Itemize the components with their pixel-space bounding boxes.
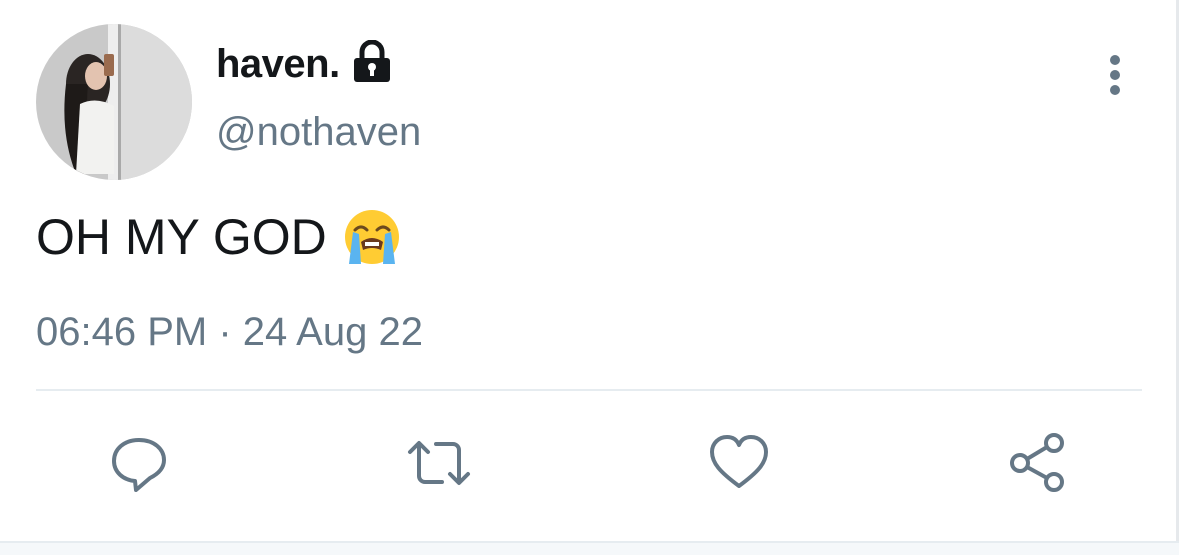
share-icon: [1010, 433, 1064, 492]
tweet-body: OH MY GOD: [36, 206, 403, 268]
divider: [36, 389, 1142, 391]
heart-icon: [710, 435, 768, 488]
tweet-timestamp: 06:46 PM · 24 Aug 22: [36, 310, 423, 354]
loudly-crying-face-emoji: [341, 206, 403, 268]
retweet-icon: [408, 441, 470, 485]
lock-icon: [352, 39, 392, 84]
avatar[interactable]: [36, 24, 192, 180]
like-button[interactable]: [706, 430, 772, 496]
bottom-edge: [0, 541, 1179, 555]
tweet-text: OH MY GOD: [36, 209, 327, 265]
display-name[interactable]: haven.: [216, 42, 340, 87]
display-name-row: haven.: [216, 39, 392, 87]
more-vertical-icon[interactable]: [1098, 54, 1132, 96]
share-button[interactable]: [1004, 430, 1070, 496]
retweet-button[interactable]: [406, 430, 472, 496]
reply-button[interactable]: [106, 430, 172, 496]
reply-icon: [112, 438, 166, 492]
user-handle[interactable]: @nothaven: [216, 110, 421, 155]
